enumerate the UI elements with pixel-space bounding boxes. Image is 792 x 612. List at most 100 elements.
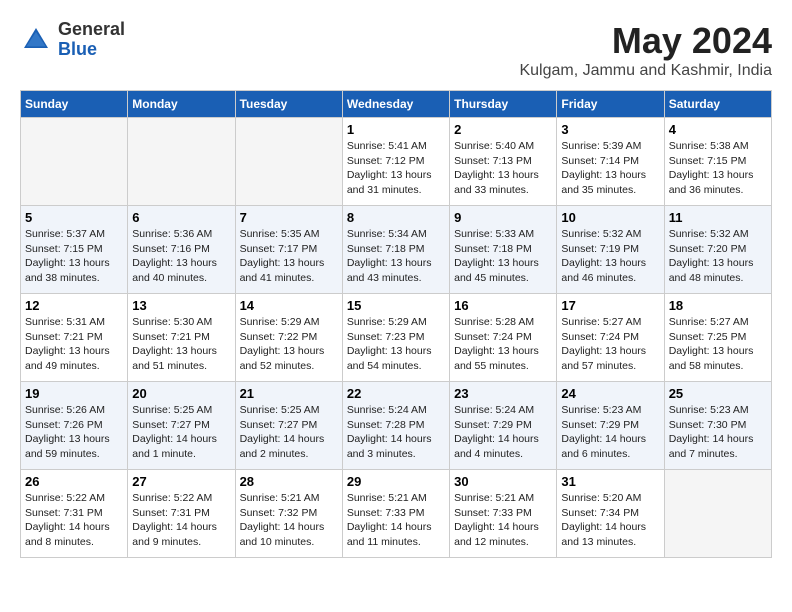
day-info: Sunrise: 5:34 AM Sunset: 7:18 PM Dayligh… [347,227,445,286]
day-info: Sunrise: 5:40 AM Sunset: 7:13 PM Dayligh… [454,139,552,198]
day-number: 26 [25,474,123,489]
day-number: 1 [347,122,445,137]
day-cell: 10Sunrise: 5:32 AM Sunset: 7:19 PM Dayli… [557,206,664,294]
title-block: May 2024 Kulgam, Jammu and Kashmir, Indi… [519,20,772,80]
day-number: 3 [561,122,659,137]
header-cell-wednesday: Wednesday [342,91,449,118]
day-cell: 26 Sunrise: 5:22 AM Sunset: 7:31 PM Dayli… [21,470,128,558]
day-info: Sunrise: 5:21 AM Sunset: 7:33 PM Dayligh… [454,491,552,550]
day-number: 8 [347,210,445,225]
week-row-3: 12Sunrise: 5:31 AM Sunset: 7:21 PM Dayli… [21,294,772,382]
day-cell: 30 Sunrise: 5:21 AM Sunset: 7:33 PM Dayli… [450,470,557,558]
day-number: 21 [240,386,338,401]
day-number: 30 [454,474,552,489]
header-cell-sunday: Sunday [21,91,128,118]
calendar-header: SundayMondayTuesdayWednesdayThursdayFrid… [21,91,772,118]
day-cell: 8 Sunrise: 5:34 AM Sunset: 7:18 PM Daylig… [342,206,449,294]
day-cell: 17Sunrise: 5:27 AM Sunset: 7:24 PM Dayli… [557,294,664,382]
day-cell: 22Sunrise: 5:24 AM Sunset: 7:28 PM Dayli… [342,382,449,470]
day-number: 2 [454,122,552,137]
day-cell: 28Sunrise: 5:21 AM Sunset: 7:32 PM Dayli… [235,470,342,558]
day-number: 11 [669,210,767,225]
day-info: Sunrise: 5:23 AM Sunset: 7:29 PM Dayligh… [561,403,659,462]
day-cell: 31 Sunrise: 5:20 AM Sunset: 7:34 PM Dayli… [557,470,664,558]
day-cell: 14Sunrise: 5:29 AM Sunset: 7:22 PM Dayli… [235,294,342,382]
header-cell-thursday: Thursday [450,91,557,118]
day-number: 13 [132,298,230,313]
day-info: Sunrise: 5:41 AM Sunset: 7:12 PM Dayligh… [347,139,445,198]
day-number: 23 [454,386,552,401]
logo-text: General Blue [58,20,125,60]
calendar-table: SundayMondayTuesdayWednesdayThursdayFrid… [20,90,772,558]
page-header: General Blue May 2024 Kulgam, Jammu and … [20,20,772,80]
day-number: 25 [669,386,767,401]
day-number: 18 [669,298,767,313]
day-number: 10 [561,210,659,225]
day-cell: 16Sunrise: 5:28 AM Sunset: 7:24 PM Dayli… [450,294,557,382]
day-info: Sunrise: 5:25 AM Sunset: 7:27 PM Dayligh… [132,403,230,462]
day-cell: 20 Sunrise: 5:25 AM Sunset: 7:27 PM Dayli… [128,382,235,470]
day-info: Sunrise: 5:23 AM Sunset: 7:30 PM Dayligh… [669,403,767,462]
day-info: Sunrise: 5:35 AM Sunset: 7:17 PM Dayligh… [240,227,338,286]
day-cell: 24Sunrise: 5:23 AM Sunset: 7:29 PM Dayli… [557,382,664,470]
day-cell: 19 Sunrise: 5:26 AM Sunset: 7:26 PM Dayli… [21,382,128,470]
day-info: Sunrise: 5:22 AM Sunset: 7:31 PM Dayligh… [132,491,230,550]
header-cell-tuesday: Tuesday [235,91,342,118]
day-info: Sunrise: 5:29 AM Sunset: 7:23 PM Dayligh… [347,315,445,374]
calendar-body: 1 Sunrise: 5:41 AM Sunset: 7:12 PM Daylig… [21,118,772,558]
day-info: Sunrise: 5:37 AM Sunset: 7:15 PM Dayligh… [25,227,123,286]
day-info: Sunrise: 5:25 AM Sunset: 7:27 PM Dayligh… [240,403,338,462]
day-cell: 29 Sunrise: 5:21 AM Sunset: 7:33 PM Dayli… [342,470,449,558]
week-row-4: 19 Sunrise: 5:26 AM Sunset: 7:26 PM Dayli… [21,382,772,470]
day-cell: 23 Sunrise: 5:24 AM Sunset: 7:29 PM Dayli… [450,382,557,470]
day-cell: 7 Sunrise: 5:35 AM Sunset: 7:17 PM Daylig… [235,206,342,294]
day-info: Sunrise: 5:27 AM Sunset: 7:24 PM Dayligh… [561,315,659,374]
day-number: 15 [347,298,445,313]
day-number: 20 [132,386,230,401]
month-title: May 2024 [519,20,772,62]
day-number: 27 [132,474,230,489]
day-info: Sunrise: 5:26 AM Sunset: 7:26 PM Dayligh… [25,403,123,462]
day-cell: 12Sunrise: 5:31 AM Sunset: 7:21 PM Dayli… [21,294,128,382]
day-number: 5 [25,210,123,225]
week-row-1: 1 Sunrise: 5:41 AM Sunset: 7:12 PM Daylig… [21,118,772,206]
day-cell: 6Sunrise: 5:36 AM Sunset: 7:16 PM Daylig… [128,206,235,294]
location-title: Kulgam, Jammu and Kashmir, India [519,62,772,80]
day-cell [235,118,342,206]
day-info: Sunrise: 5:20 AM Sunset: 7:34 PM Dayligh… [561,491,659,550]
day-cell: 5 Sunrise: 5:37 AM Sunset: 7:15 PM Daylig… [21,206,128,294]
day-cell: 27 Sunrise: 5:22 AM Sunset: 7:31 PM Dayli… [128,470,235,558]
day-info: Sunrise: 5:33 AM Sunset: 7:18 PM Dayligh… [454,227,552,286]
day-number: 19 [25,386,123,401]
day-cell: 1 Sunrise: 5:41 AM Sunset: 7:12 PM Daylig… [342,118,449,206]
day-number: 31 [561,474,659,489]
day-number: 29 [347,474,445,489]
day-number: 7 [240,210,338,225]
day-info: Sunrise: 5:31 AM Sunset: 7:21 PM Dayligh… [25,315,123,374]
header-cell-saturday: Saturday [664,91,771,118]
day-number: 28 [240,474,338,489]
day-number: 9 [454,210,552,225]
day-number: 22 [347,386,445,401]
day-cell: 25 Sunrise: 5:23 AM Sunset: 7:30 PM Dayli… [664,382,771,470]
day-cell: 21 Sunrise: 5:25 AM Sunset: 7:27 PM Dayli… [235,382,342,470]
day-number: 16 [454,298,552,313]
day-info: Sunrise: 5:30 AM Sunset: 7:21 PM Dayligh… [132,315,230,374]
day-number: 4 [669,122,767,137]
day-cell: 4 Sunrise: 5:38 AM Sunset: 7:15 PM Daylig… [664,118,771,206]
logo: General Blue [20,20,125,60]
day-cell: 11 Sunrise: 5:32 AM Sunset: 7:20 PM Dayli… [664,206,771,294]
day-cell [21,118,128,206]
day-cell: 2 Sunrise: 5:40 AM Sunset: 7:13 PM Daylig… [450,118,557,206]
day-info: Sunrise: 5:24 AM Sunset: 7:29 PM Dayligh… [454,403,552,462]
week-row-5: 26 Sunrise: 5:22 AM Sunset: 7:31 PM Dayli… [21,470,772,558]
day-info: Sunrise: 5:38 AM Sunset: 7:15 PM Dayligh… [669,139,767,198]
day-info: Sunrise: 5:21 AM Sunset: 7:33 PM Dayligh… [347,491,445,550]
header-row: SundayMondayTuesdayWednesdayThursdayFrid… [21,91,772,118]
day-cell [664,470,771,558]
logo-blue: Blue [58,40,125,60]
day-info: Sunrise: 5:22 AM Sunset: 7:31 PM Dayligh… [25,491,123,550]
day-info: Sunrise: 5:29 AM Sunset: 7:22 PM Dayligh… [240,315,338,374]
day-info: Sunrise: 5:32 AM Sunset: 7:20 PM Dayligh… [669,227,767,286]
day-cell: 9 Sunrise: 5:33 AM Sunset: 7:18 PM Daylig… [450,206,557,294]
